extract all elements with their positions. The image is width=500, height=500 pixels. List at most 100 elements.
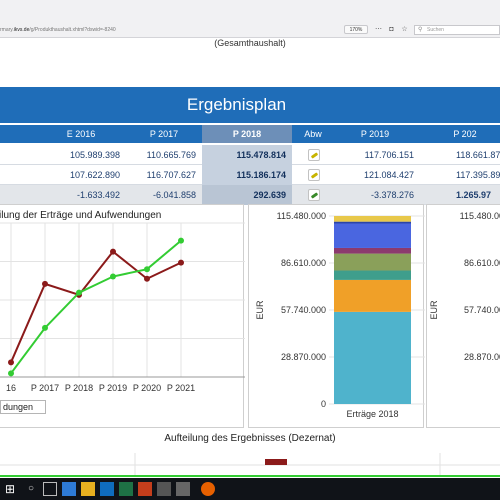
firefox-icon[interactable] (201, 482, 215, 496)
x-tick-label: P 2020 (133, 383, 161, 393)
table-row[interactable]: 107.622.890 116.707.627 115.186.174 121.… (0, 165, 500, 185)
y-axis-label: EUR (255, 300, 265, 320)
x-tick-label: 16 (6, 383, 16, 393)
cell-p2020: 1.265.97 (456, 190, 492, 200)
edge-icon[interactable] (62, 482, 76, 496)
search-input[interactable]: ⚲ Suchen (414, 25, 500, 35)
deviation-pencil-icon[interactable] (308, 149, 320, 161)
data-point (144, 266, 150, 273)
table-row[interactable]: 105.989.398 110.665.769 115.478.814 117.… (0, 145, 500, 165)
cell-p2017: -6.041.858 (152, 190, 196, 200)
cell-p2017: 110.665.769 (146, 150, 196, 160)
deviation-pencil-icon[interactable] (308, 169, 320, 181)
url-host: ikvs.de (13, 27, 30, 33)
search-icon: ⚲ (418, 27, 423, 33)
app-icon[interactable] (176, 482, 190, 496)
stacked-bar-panel: 115.480.000 86.610.000 57.740.000 28.870.00… (248, 204, 425, 428)
col-header-p2018[interactable]: P 2018 (202, 125, 292, 143)
line-chart-panel: ilung der Erträge und Aufwendungen 16 P 2… (0, 204, 245, 428)
y-tick-label: 115.480.000 (277, 211, 326, 221)
x-tick-label: P 2021 (167, 383, 195, 393)
y-tick-label: 57.740.000 (281, 305, 326, 315)
browser-toolbar: rmary.ikvs.de/g/Produkthaushalt.xhtml?ds… (0, 0, 500, 38)
data-point (178, 237, 184, 244)
pocket-icon[interactable]: ◘ (387, 25, 396, 34)
x-tick-label: P 2019 (99, 383, 127, 393)
line-chart: 16 P 2017 P 2018 P 2019 P 2020 P 2021 (0, 222, 245, 393)
cell-e2016: 105.989.398 (69, 150, 120, 160)
legend-toggle-button[interactable]: dungen (0, 400, 46, 414)
right-chart-panel: 115.480.000 86.610.000 57.740.000 28.870.00… (426, 204, 500, 428)
zoom-level[interactable]: 170% (344, 25, 368, 34)
menu-dots-icon[interactable]: ⋯ (374, 25, 383, 34)
cell-e2016: -1.633.492 (76, 190, 120, 200)
cell-p2018: 115.186.174 (202, 165, 292, 185)
bookmark-star-icon[interactable]: ☆ (400, 25, 409, 34)
page-title: Ergebnisplan (186, 95, 287, 114)
url-prefix: rmary. (0, 27, 14, 33)
dezernat-bar-green (0, 475, 500, 477)
col-header-p2019[interactable]: P 2019 (330, 125, 420, 143)
cell-p2018: 292.639 (202, 185, 292, 205)
stack-segment (334, 253, 411, 271)
data-point (144, 275, 150, 282)
y-tick-label: 0 (321, 399, 326, 409)
search-icon[interactable]: ○ (24, 482, 38, 496)
windows-taskbar: ⊞ ○ (0, 478, 500, 500)
dezernat-chart (0, 453, 500, 477)
cell-e2016: 107.622.890 (69, 170, 120, 180)
excel-icon[interactable] (119, 482, 133, 496)
x-tick-label: P 2018 (65, 383, 93, 393)
cell-p2020: 118.661.87 (456, 150, 500, 160)
search-placeholder: Suchen (427, 27, 444, 33)
table-header: E 2016 P 2017 P 2018 Abw P 2019 P 202 (0, 125, 500, 143)
stack-segment (334, 270, 411, 280)
y-tick-label: 115.480.000 (460, 211, 500, 221)
data-point (178, 259, 184, 266)
windows-start-icon[interactable]: ⊞ (3, 482, 17, 496)
section-title-dezernat: Aufteilung des Ergebnisses (Dezernat) (164, 433, 336, 444)
y-tick-label: 86.610.000 (281, 258, 326, 268)
col-header-abw[interactable]: Abw (296, 125, 330, 143)
explorer-icon[interactable] (81, 482, 95, 496)
cell-p2020: 117.395.89 (456, 170, 500, 180)
outlook-icon[interactable] (100, 482, 114, 496)
cell-p2019: 117.706.151 (364, 150, 414, 160)
dezernat-bar-red (265, 459, 287, 465)
stack-segment (334, 247, 411, 254)
stack-segment (334, 279, 411, 312)
cell-p2019: -3.378.276 (370, 190, 414, 200)
data-point (110, 273, 116, 280)
col-header-p2017[interactable]: P 2017 (126, 125, 202, 143)
stack-segment (334, 221, 411, 224)
data-point (8, 359, 14, 366)
table-row-total[interactable]: -1.633.492 -6.041.858 292.639 -3.378.276… (0, 185, 500, 205)
data-point (110, 248, 116, 255)
task-view-icon[interactable] (43, 482, 57, 496)
scope-label: (Gesamthaushalt) (214, 38, 286, 48)
x-tick-label: P 2017 (31, 383, 59, 393)
powerpoint-icon[interactable] (138, 482, 152, 496)
y-tick-label: 86.610.000 (464, 258, 500, 268)
x-tick-label: Erträge 2018 (346, 409, 398, 419)
col-header-p2020[interactable]: P 202 (420, 125, 500, 143)
stack-segment (334, 216, 411, 222)
data-point (76, 289, 82, 296)
data-point (8, 370, 14, 377)
series-line (10, 239, 182, 374)
data-point (42, 280, 48, 287)
stack-segment (334, 223, 411, 248)
stacked-bar-chart: 115.480.000 86.610.000 57.740.000 28.870.00… (255, 211, 425, 419)
y-tick-label: 28.870.000 (281, 352, 326, 362)
y-tick-label: 57.740.000 (464, 305, 500, 315)
page-title-bar: Ergebnisplan (0, 87, 500, 123)
col-header-e2016[interactable]: E 2016 (36, 125, 126, 143)
series-line (10, 250, 182, 363)
cell-p2018: 115.478.814 (202, 145, 292, 165)
cell-p2017: 116.707.627 (146, 170, 196, 180)
deviation-pencil-icon[interactable] (308, 189, 320, 201)
url-field[interactable]: rmary.ikvs.de/g/Produkthaushalt.xhtml?ds… (0, 27, 116, 33)
app-icon[interactable] (157, 482, 171, 496)
right-bar-chart: 115.480.000 86.610.000 57.740.000 28.870.00… (429, 211, 500, 362)
stack-segment (334, 311, 411, 404)
